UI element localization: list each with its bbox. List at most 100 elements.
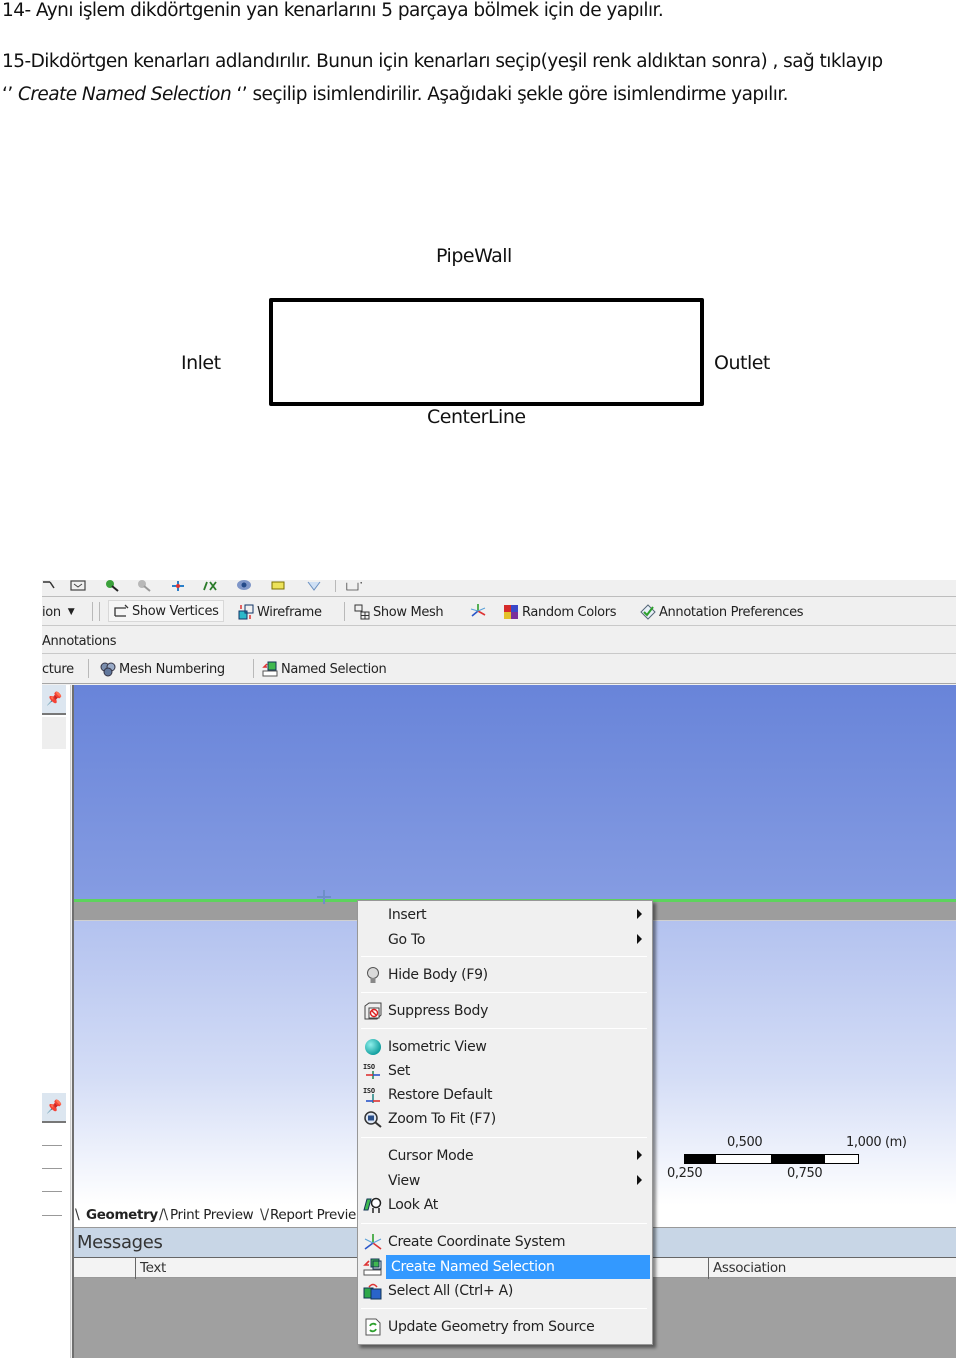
triad-icon[interactable] (470, 603, 486, 619)
submenu-arrow-icon (637, 934, 642, 944)
display-toolbar: ion ▼ Show Vertices Wireframe Show Mesh … (42, 597, 956, 626)
selection-dropdown[interactable]: ion ▼ (42, 602, 75, 622)
annotation-preferences-label: Annotation Preferences (659, 604, 804, 620)
menu-item-set[interactable]: ISO Set (360, 1059, 650, 1083)
menu-separator (361, 956, 647, 957)
menu-item-suppress-body[interactable]: Suppress Body (360, 999, 650, 1023)
submenu-arrow-icon (637, 1150, 642, 1160)
zoom-out-icon[interactable] (136, 580, 152, 592)
random-colors-button[interactable]: Random Colors (503, 602, 616, 622)
annotations-toolbar: Annotations (42, 626, 956, 654)
tab-report-preview[interactable]: Report Previe (270, 1207, 356, 1223)
quote-close: ‘’ (231, 84, 253, 105)
lightbulb-icon (367, 967, 379, 983)
menu-item-insert[interactable]: Insert (360, 903, 650, 927)
quote-open: ‘’ (2, 84, 18, 105)
iso-restore-icon: ISO (363, 1087, 380, 1103)
menu-item-label: Cursor Mode (388, 1148, 474, 1164)
mesh-numbering-button[interactable]: Mesh Numbering (100, 659, 225, 679)
menu-item-label: View (388, 1173, 421, 1189)
menu-item-label: Insert (388, 907, 427, 923)
pin-icon[interactable]: 📌 (42, 1093, 66, 1123)
show-vertices-label: Show Vertices (132, 603, 219, 619)
menu-item-restore-default[interactable]: ISO Restore Default (360, 1083, 650, 1107)
menu-item-label: Isometric View (388, 1039, 487, 1055)
step-15-rest: seçilip isimlendirilir. Aşağıdaki şekle … (252, 84, 789, 105)
menu-item-create-coordinate-system[interactable]: Create Coordinate System (360, 1230, 650, 1254)
annotation-preferences-button[interactable]: Annotation Preferences (640, 602, 804, 622)
menu-item-select-all[interactable]: Select All (Ctrl+ A) (360, 1279, 650, 1303)
label-pipewall: PipeWall (436, 245, 512, 267)
messages-title: Messages (77, 1232, 163, 1253)
tab-edge: \/ (260, 1207, 269, 1223)
menu-item-hide-body[interactable]: Hide Body (F9) (360, 963, 650, 987)
look-at-icon[interactable] (236, 580, 252, 592)
sphere-icon (365, 1039, 381, 1055)
tab-geometry[interactable]: Geometry (86, 1207, 158, 1223)
select-all-icon (363, 1283, 382, 1300)
zoom-in-icon[interactable] (104, 580, 120, 592)
ruler-icon[interactable] (270, 580, 286, 592)
rotate-icon[interactable] (202, 580, 218, 592)
ansys-mechanical-screenshot: ion ▼ Show Vertices Wireframe Show Mesh … (42, 580, 956, 1358)
menu-separator (361, 1137, 647, 1138)
rectangle-domain (269, 298, 704, 406)
column-header-text[interactable]: Text (140, 1260, 166, 1276)
scale-label: 0,500 (727, 1135, 763, 1150)
menu-item-label: Look At (388, 1197, 438, 1213)
coordinate-system-icon (364, 1234, 382, 1250)
menu-item-label: Set (388, 1063, 411, 1079)
menu-item-update-geometry[interactable]: Update Geometry from Source (360, 1315, 650, 1339)
named-selection-icon (363, 1258, 382, 1276)
wireframe-button[interactable]: Wireframe (238, 602, 322, 622)
menu-item-label: Hide Body (F9) (388, 967, 488, 983)
column-header-association[interactable]: Association (713, 1260, 786, 1276)
menu-item-cursor-mode[interactable]: Cursor Mode (360, 1144, 650, 1168)
box-select-icon[interactable] (306, 580, 322, 592)
named-selection-button[interactable]: Named Selection (262, 659, 387, 679)
step-15-text-continued: ‘’ Create Named Selection ‘’ seçilip isi… (2, 84, 789, 105)
menu-item-label: Update Geometry from Source (388, 1319, 595, 1335)
toolbar-separator (99, 602, 100, 621)
label-centerline: CenterLine (427, 406, 526, 428)
details-row-divider (42, 1145, 62, 1146)
suppress-body-icon (364, 1002, 382, 1020)
menu-item-label: Zoom To Fit (F7) (388, 1111, 496, 1127)
show-mesh-button[interactable]: Show Mesh (354, 602, 444, 622)
look-at-icon (363, 1197, 382, 1213)
create-named-selection-term: Create Named Selection (18, 84, 232, 105)
structure-label: cture (42, 661, 74, 677)
context-menu: Insert Go To Hide Body (F9) Suppress Bod… (357, 900, 653, 1345)
menu-item-go-to[interactable]: Go To (360, 928, 650, 952)
toolbar-separator (88, 659, 89, 678)
show-mesh-label: Show Mesh (373, 604, 444, 620)
svg-text:ISO: ISO (363, 1087, 375, 1095)
menu-item-label: Create Coordinate System (388, 1234, 566, 1250)
zoom-box-icon[interactable] (42, 580, 58, 592)
menu-item-view[interactable]: View (360, 1169, 650, 1193)
menu-item-create-named-selection[interactable]: Create Named Selection (360, 1255, 650, 1279)
label-inlet: Inlet (181, 352, 221, 374)
toolbar-separator (344, 602, 345, 621)
pin-icon[interactable]: 📌 (42, 685, 66, 715)
tab-print-preview[interactable]: Print Preview (170, 1207, 254, 1223)
menu-separator (361, 1308, 647, 1309)
menu-item-look-at[interactable]: Look At (360, 1193, 650, 1217)
show-vertices-button[interactable]: Show Vertices (108, 600, 224, 622)
menu-item-isometric-view[interactable]: Isometric View (360, 1035, 650, 1059)
pan-icon[interactable] (170, 580, 186, 592)
submenu-arrow-icon (637, 1175, 642, 1185)
named-selection-icon (262, 661, 278, 677)
annotations-button[interactable]: Annotations (42, 631, 117, 651)
cursor-crosshair-icon (317, 890, 331, 904)
menu-item-zoom-to-fit[interactable]: Zoom To Fit (F7) (360, 1107, 650, 1131)
random-colors-label: Random Colors (522, 604, 617, 620)
tab-edge: \ (75, 1207, 80, 1223)
select-mode-icon[interactable] (346, 580, 362, 592)
menu-item-label: Suppress Body (388, 1003, 489, 1019)
structure-button[interactable]: cture (42, 659, 74, 679)
column-divider (135, 1258, 136, 1279)
mesh-numbering-icon (100, 662, 116, 677)
graphics-toolbar (42, 580, 956, 597)
zoom-fit-icon[interactable] (70, 580, 86, 592)
